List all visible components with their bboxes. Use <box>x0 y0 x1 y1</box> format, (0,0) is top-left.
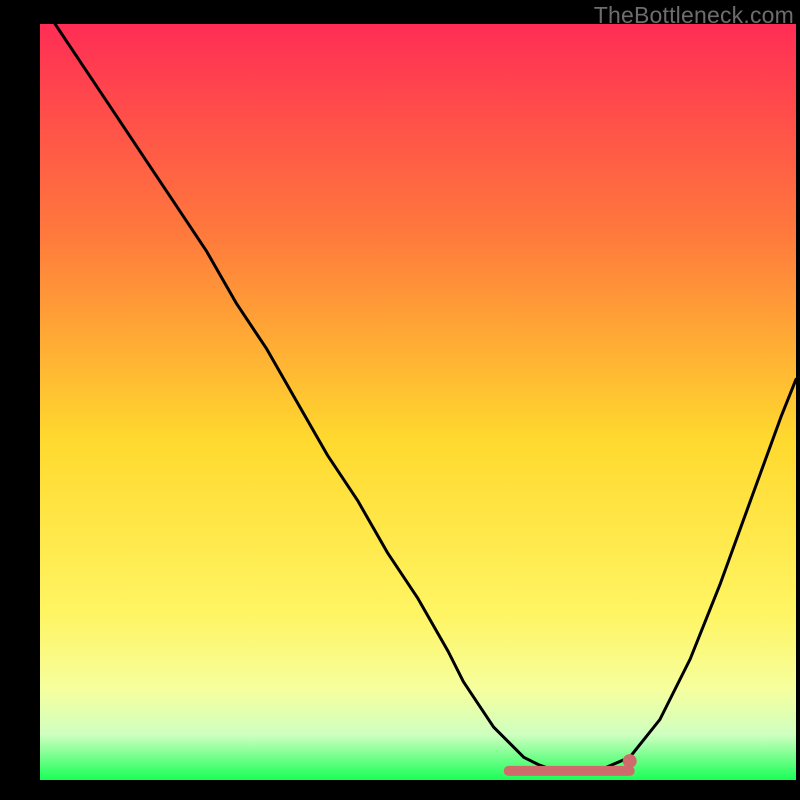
bottleneck-plot <box>40 24 796 780</box>
optimal-marker-dot <box>623 754 637 768</box>
watermark-text: TheBottleneck.com <box>594 2 794 29</box>
gradient-background <box>40 24 796 780</box>
chart-frame <box>40 24 796 780</box>
